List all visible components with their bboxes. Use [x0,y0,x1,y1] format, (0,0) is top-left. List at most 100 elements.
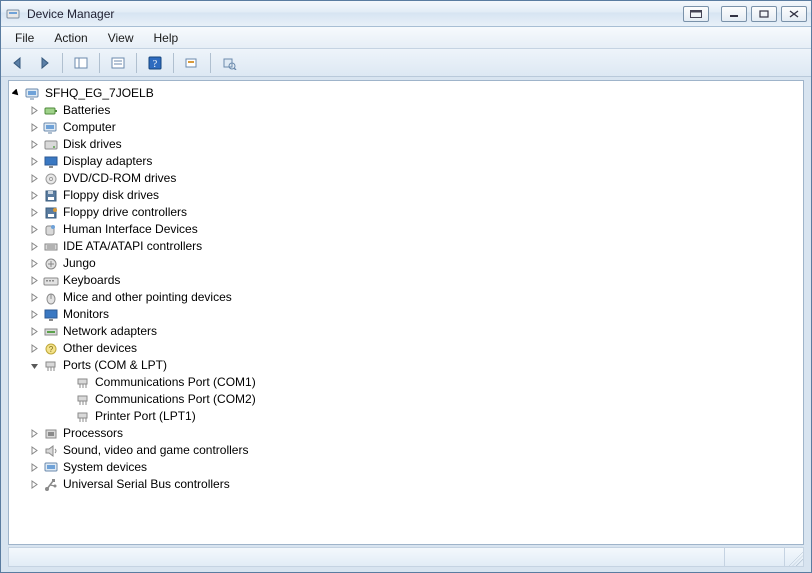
expander-icon[interactable] [29,292,40,303]
show-hide-tree-button[interactable] [70,52,92,74]
menubar: File Action View Help [1,27,811,49]
tree-category[interactable]: Floppy drive controllers [29,204,801,221]
expander-icon[interactable] [29,428,40,439]
resize-grip-icon[interactable] [785,548,803,566]
device-label: Printer Port (LPT1) [95,408,196,425]
expander-icon[interactable] [29,241,40,252]
toolbar-separator [136,53,137,73]
properties-button[interactable] [107,52,129,74]
tree-category[interactable]: Universal Serial Bus controllers [29,476,801,493]
expander-icon[interactable] [29,309,40,320]
tree-category[interactable]: ?Other devices [29,340,801,357]
tree-category[interactable]: Keyboards [29,272,801,289]
device-label: Communications Port (COM1) [95,374,256,391]
tree-device[interactable]: Printer Port (LPT1) [47,408,801,425]
caption-button-extra[interactable] [683,6,709,22]
expander-icon[interactable] [29,190,40,201]
toolbar-separator [210,53,211,73]
expander-icon[interactable] [29,445,40,456]
scan-hardware-button[interactable] [181,52,203,74]
category-label: Floppy disk drives [63,187,159,204]
device-tree[interactable]: SFHQ_EG_7JOELB BatteriesComputerDisk dri… [8,80,804,545]
category-label: Floppy drive controllers [63,204,187,221]
display-icon [43,154,59,170]
tree-category[interactable]: Monitors [29,306,801,323]
expander-icon[interactable] [29,275,40,286]
tree-category[interactable]: Jungo [29,255,801,272]
tree-category[interactable]: IDE ATA/ATAPI controllers [29,238,801,255]
expander-icon[interactable] [29,207,40,218]
app-icon [5,6,21,22]
system-icon [43,460,59,476]
category-label: Network adapters [63,323,157,340]
battery-icon [43,103,59,119]
expander-icon[interactable] [29,224,40,235]
expander-icon[interactable] [29,462,40,473]
mouse-icon [43,290,59,306]
category-label: Other devices [63,340,137,357]
status-segment [725,548,785,566]
status-main [9,548,725,566]
category-label: Computer [63,119,116,136]
forward-button[interactable] [33,52,55,74]
expander-icon[interactable] [29,326,40,337]
toolbar-separator [99,53,100,73]
expander-icon[interactable] [29,343,40,354]
tree-device[interactable]: Communications Port (COM2) [47,391,801,408]
category-label: Monitors [63,306,109,323]
maximize-button[interactable] [751,6,777,22]
port-icon [75,409,91,425]
tree-category[interactable]: DVD/CD-ROM drives [29,170,801,187]
usb-icon [43,477,59,493]
port-icon [75,392,91,408]
tree-category[interactable]: Floppy disk drives [29,187,801,204]
port-icon [75,375,91,391]
category-label: Universal Serial Bus controllers [63,476,230,493]
category-label: Human Interface Devices [63,221,198,238]
window-title: Device Manager [27,7,114,21]
expander-icon[interactable] [29,156,40,167]
tree-category[interactable]: Mice and other pointing devices [29,289,801,306]
tree-category[interactable]: Ports (COM & LPT) [29,357,801,374]
root-label: SFHQ_EG_7JOELB [45,85,154,102]
category-label: IDE ATA/ATAPI controllers [63,238,202,255]
expander-icon[interactable] [11,88,22,99]
expander-icon[interactable] [29,173,40,184]
tree-category[interactable]: Sound, video and game controllers [29,442,801,459]
jungo-icon [43,256,59,272]
tree-category[interactable]: Display adapters [29,153,801,170]
expander-icon[interactable] [29,105,40,116]
category-label: Display adapters [63,153,152,170]
titlebar: Device Manager [1,1,811,27]
category-label: Ports (COM & LPT) [63,357,167,374]
tree-category[interactable]: Human Interface Devices [29,221,801,238]
help-button[interactable]: ? [144,52,166,74]
tree-category[interactable]: Computer [29,119,801,136]
menu-file[interactable]: File [5,29,44,47]
tree-root[interactable]: SFHQ_EG_7JOELB [11,85,801,102]
menu-view[interactable]: View [98,29,144,47]
category-label: Keyboards [63,272,120,289]
tree-category[interactable]: Network adapters [29,323,801,340]
update-driver-button[interactable] [218,52,240,74]
expander-icon[interactable] [29,122,40,133]
tree-category[interactable]: Processors [29,425,801,442]
menu-action[interactable]: Action [44,29,97,47]
tree-category[interactable]: Batteries [29,102,801,119]
expander-icon[interactable] [29,258,40,269]
tree-category[interactable]: Disk drives [29,136,801,153]
toolbar-separator [173,53,174,73]
minimize-button[interactable] [721,6,747,22]
other-icon: ? [43,341,59,357]
dvd-icon [43,171,59,187]
menu-help[interactable]: Help [144,29,189,47]
tree-category[interactable]: System devices [29,459,801,476]
expander-icon[interactable] [29,360,40,371]
keyboard-icon [43,273,59,289]
close-button[interactable] [781,6,807,22]
expander-icon[interactable] [29,139,40,150]
back-button[interactable] [7,52,29,74]
expander-icon[interactable] [29,479,40,490]
category-label: Sound, video and game controllers [63,442,248,459]
tree-device[interactable]: Communications Port (COM1) [47,374,801,391]
